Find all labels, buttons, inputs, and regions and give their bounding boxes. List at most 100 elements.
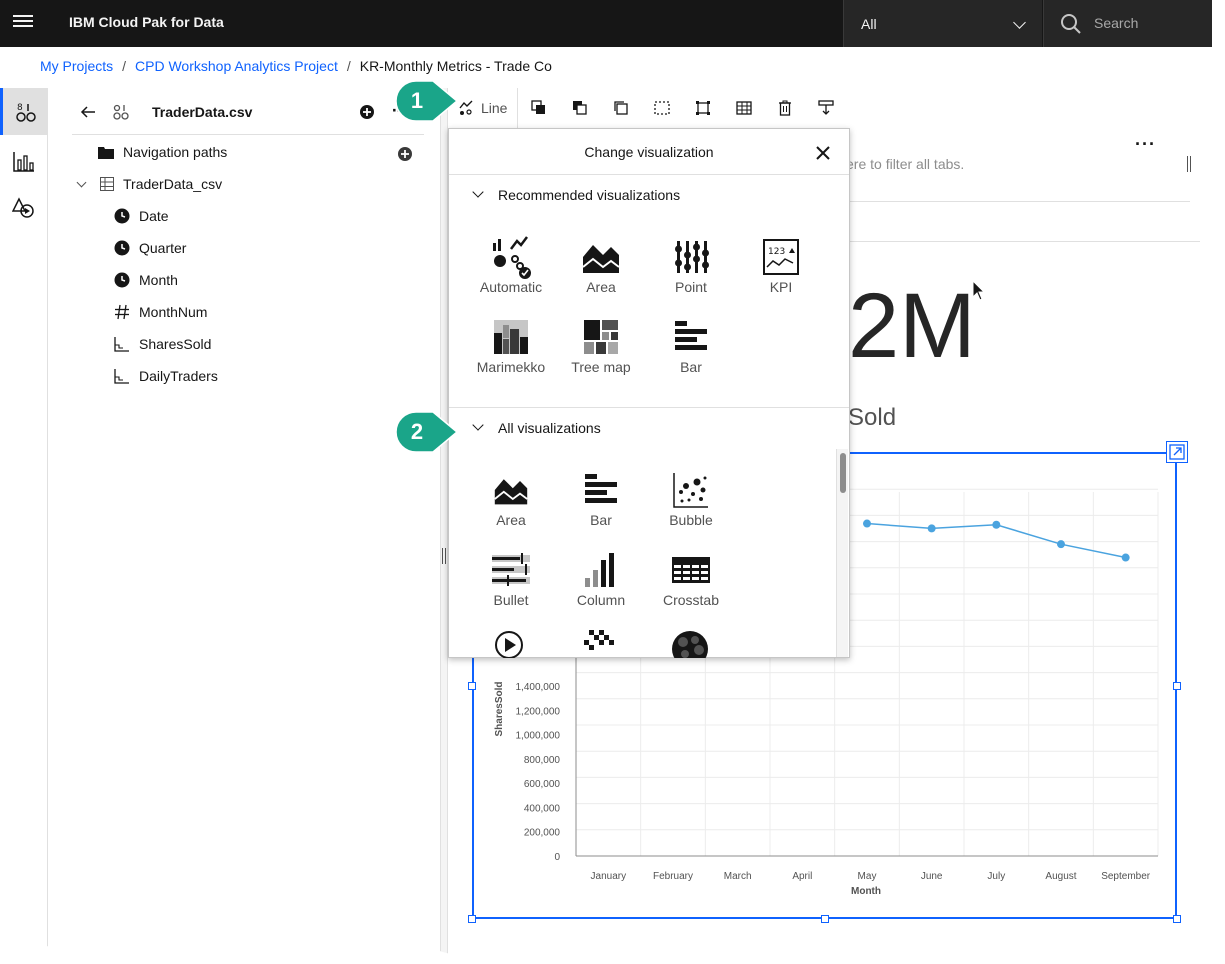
- viz-all-crosstab[interactable]: Crosstab: [646, 548, 736, 618]
- rail-visualizations-button[interactable]: [0, 137, 48, 184]
- group-button[interactable]: [682, 88, 723, 128]
- send-to-back-icon: [572, 101, 587, 115]
- tree-item-label: TraderData_csv: [123, 176, 223, 192]
- data-panel-header: TraderData.csv ⋯: [72, 88, 424, 135]
- recommended-section-toggle[interactable]: Recommended visualizations: [449, 175, 849, 215]
- viz-automatic[interactable]: Automatic: [466, 235, 556, 305]
- all-visualizations-label: All visualizations: [498, 420, 601, 436]
- x-tick-label: March: [724, 871, 752, 882]
- viz-kpi[interactable]: 123 KPI: [736, 235, 826, 305]
- search-icon: [1061, 14, 1081, 34]
- show-data-button[interactable]: [723, 88, 764, 128]
- popover-title: Change visualization: [584, 144, 714, 160]
- data-point: [863, 519, 871, 528]
- chevron-down-icon: [1013, 16, 1026, 29]
- data-source-icon: [113, 104, 129, 120]
- chart-ylabel: SharesSold: [494, 681, 505, 736]
- column-date[interactable]: Date: [114, 208, 169, 224]
- scope-dropdown[interactable]: All: [843, 0, 1042, 47]
- viz-label: Bar: [680, 359, 702, 375]
- rail-assets-button[interactable]: [0, 184, 48, 231]
- hamburger-menu-icon[interactable]: [13, 15, 33, 31]
- x-tick-label: August: [1045, 871, 1076, 882]
- column-dailytraders[interactable]: DailyTraders: [114, 368, 218, 384]
- heatmap-icon[interactable]: [581, 630, 617, 658]
- column-label: MonthNum: [139, 304, 208, 320]
- torn-paper-edge-right: [1210, 0, 1225, 964]
- viz-label: Marimekko: [476, 359, 546, 375]
- viz-bar[interactable]: Bar: [646, 315, 736, 385]
- play-icon[interactable]: [494, 630, 524, 658]
- more-actions-button[interactable]: [805, 88, 846, 128]
- viz-all-column[interactable]: Column: [556, 548, 646, 618]
- viz-label: Point: [675, 279, 707, 295]
- popover-scrollbar[interactable]: [836, 449, 848, 657]
- viz-all-bullet[interactable]: Bullet: [466, 548, 556, 618]
- viz-area[interactable]: Area: [556, 235, 646, 305]
- duplicate-button[interactable]: [600, 88, 641, 128]
- back-arrow-icon[interactable]: [80, 104, 96, 120]
- column-month[interactable]: Month: [114, 272, 178, 288]
- tree-item-navigation-paths[interactable]: Navigation paths: [98, 144, 227, 160]
- column-label: SharesSold: [139, 336, 212, 352]
- column-chart-icon: [585, 553, 614, 587]
- splitter-grip[interactable]: [442, 548, 446, 564]
- delete-button[interactable]: [764, 88, 805, 128]
- tree-item-table[interactable]: TraderData_csv: [76, 176, 223, 192]
- filter-drop-zone[interactable]: ere to filter all tabs. ···: [846, 128, 1191, 202]
- chart-xlabel: Month: [851, 886, 881, 897]
- breadcrumb-project[interactable]: CPD Workshop Analytics Project: [135, 58, 338, 74]
- shapes-media-icon: [12, 196, 34, 218]
- bar-chart-icon: [585, 474, 617, 503]
- y-tick-label: 800,000: [524, 755, 561, 766]
- filter-collapse-handle[interactable]: [1187, 156, 1191, 172]
- add-navigation-path-icon[interactable]: [397, 146, 413, 162]
- scrollbar-thumb[interactable]: [840, 453, 846, 493]
- viz-point[interactable]: Point: [646, 235, 736, 305]
- chevron-down-icon[interactable]: [76, 177, 87, 187]
- viz-label: Bubble: [669, 512, 713, 528]
- callout-2: 2: [395, 411, 457, 453]
- bubble-chart-icon: [673, 473, 708, 508]
- breadcrumb-separator: /: [122, 58, 127, 74]
- viz-all-bubble[interactable]: Bubble: [646, 468, 736, 538]
- breadcrumb-my-projects[interactable]: My Projects: [40, 58, 113, 74]
- select-area-button[interactable]: [641, 88, 682, 128]
- app-title[interactable]: IBM Cloud Pak for Data: [69, 14, 224, 30]
- table-icon: [100, 177, 114, 191]
- data-point: [1057, 540, 1065, 549]
- overflow-menu-icon[interactable]: ···: [1135, 134, 1156, 155]
- panel-splitter[interactable]: [440, 88, 448, 964]
- viz-label: Automatic: [479, 279, 543, 295]
- measure-icon: [114, 337, 129, 352]
- send-to-back-button[interactable]: [559, 88, 600, 128]
- search-input[interactable]: Search: [1043, 0, 1212, 47]
- widget-toolbar: Line: [448, 88, 848, 128]
- bring-to-front-button[interactable]: [518, 88, 559, 128]
- y-tick-label: 400,000: [524, 803, 561, 814]
- close-icon[interactable]: [813, 143, 833, 163]
- viz-all-area[interactable]: Area: [466, 468, 556, 538]
- add-source-icon[interactable]: [359, 104, 375, 120]
- column-sharessold[interactable]: SharesSold: [114, 336, 211, 352]
- data-point: [1121, 553, 1130, 562]
- x-tick-label: February: [653, 871, 693, 882]
- popover-header: Change visualization: [449, 129, 849, 175]
- viz-tree-map[interactable]: Tree map: [556, 315, 646, 385]
- viz-marimekko[interactable]: Marimekko: [466, 315, 556, 385]
- column-quarter[interactable]: Quarter: [114, 240, 186, 256]
- all-visualizations-toggle[interactable]: All visualizations: [449, 408, 849, 448]
- viz-all-bar[interactable]: Bar: [556, 468, 646, 538]
- svg-text:123: 123: [768, 247, 785, 257]
- change-visualization-button[interactable]: Line: [448, 88, 519, 128]
- rail-data-sources-button[interactable]: 8: [0, 88, 48, 135]
- packed-bubble-icon[interactable]: [671, 630, 709, 658]
- automatic-icon: [493, 236, 531, 279]
- column-label: Month: [139, 272, 178, 288]
- column-monthnum[interactable]: MonthNum: [114, 304, 207, 320]
- top-header: IBM Cloud Pak for Data All Search: [0, 0, 1212, 47]
- area-chart-icon: [494, 479, 528, 505]
- folder-icon: [98, 147, 114, 159]
- bar-chart-icon: [13, 151, 34, 172]
- data-sources-panel: TraderData.csv ⋯ Navigation paths Trader…: [48, 88, 440, 964]
